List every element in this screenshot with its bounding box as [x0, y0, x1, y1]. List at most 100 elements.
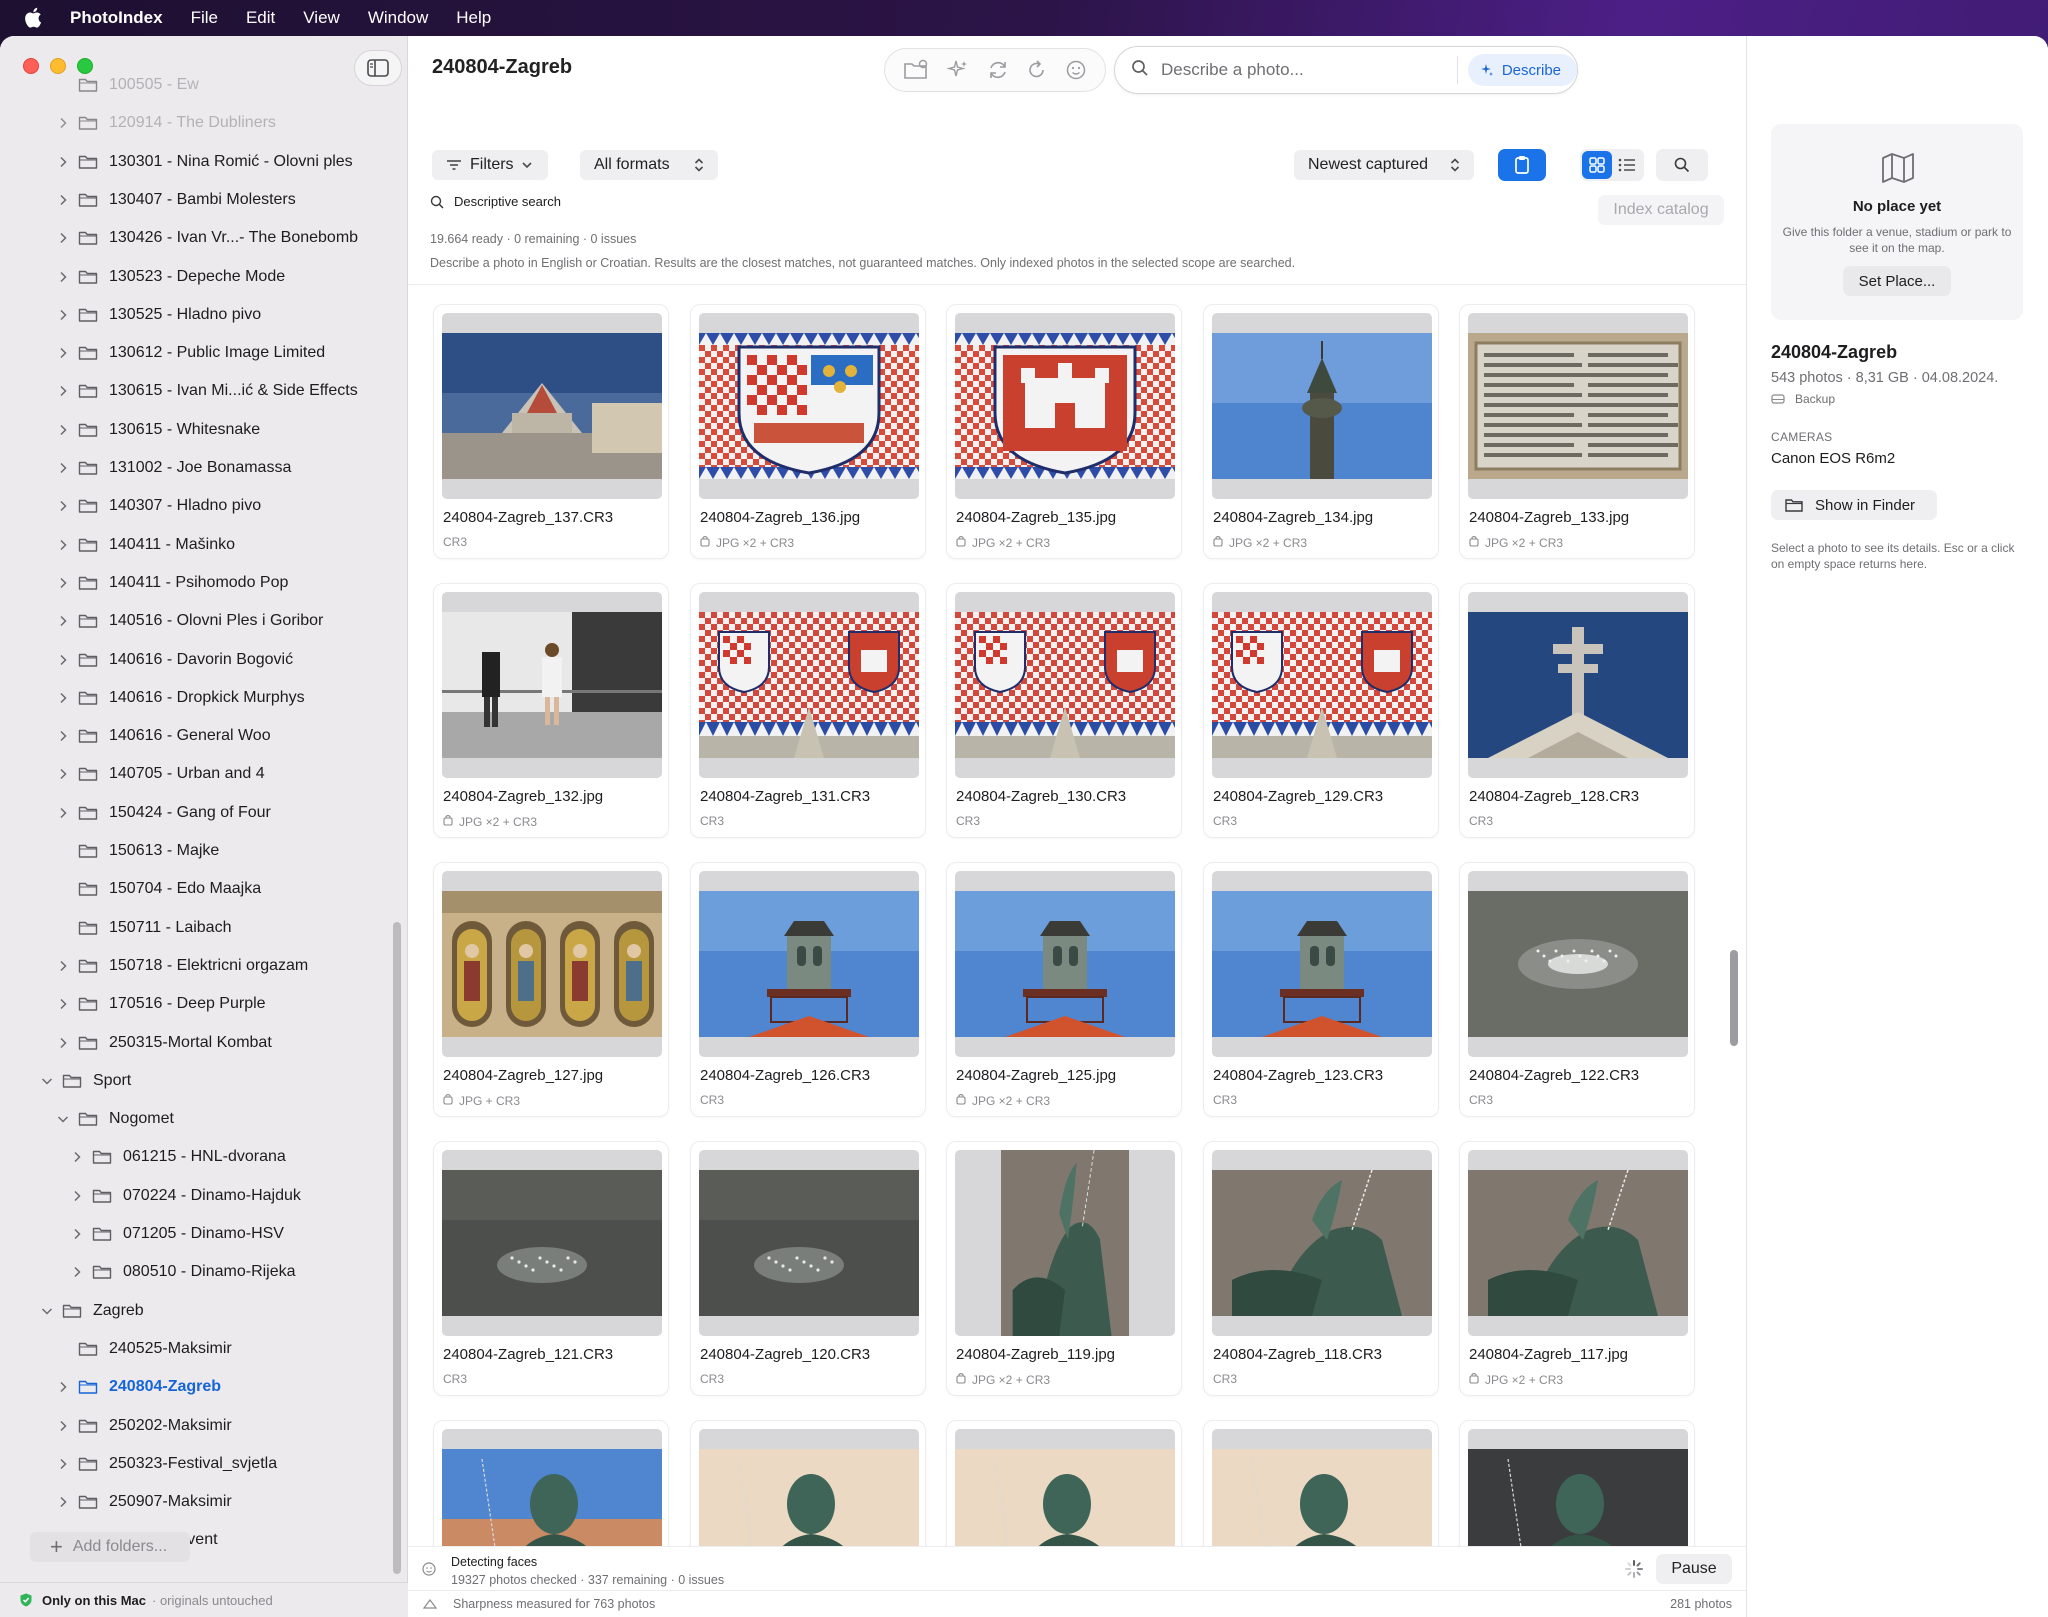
chevron-right-icon[interactable]	[56, 768, 70, 780]
folder-item[interactable]: 140705 - Urban and 4	[56, 755, 265, 793]
sparkles-icon[interactable]	[945, 58, 970, 82]
chevron-right-icon[interactable]	[56, 1420, 70, 1432]
photo-thumbnail[interactable]	[1212, 592, 1432, 778]
chevron-right-icon[interactable]	[56, 1496, 70, 1508]
folder-item[interactable]: 130525 - Hladno pivo	[56, 296, 261, 334]
menu-view[interactable]: View	[303, 8, 340, 28]
folder-item[interactable]: 140616 - Dropkick Murphys	[56, 679, 305, 717]
folder-item[interactable]: 150718 - Elektricni orgazam	[56, 947, 308, 985]
photo-thumbnail[interactable]	[699, 871, 919, 1057]
chevron-right-icon[interactable]	[56, 385, 70, 397]
chevron-right-icon[interactable]	[56, 807, 70, 819]
photo-card[interactable]: 240804-Zagreb_126.CR3 CR3	[690, 862, 926, 1117]
index-catalog-button[interactable]: Index catalog	[1598, 195, 1724, 225]
photo-card[interactable]: 240804-Zagreb_123.CR3 CR3	[1203, 862, 1439, 1117]
zoom-window-button[interactable]	[77, 58, 93, 74]
set-place-button[interactable]: Set Place...	[1843, 266, 1951, 296]
photo-thumbnail[interactable]	[955, 1150, 1175, 1336]
folder-item[interactable]: 140616 - Davorin Bogović	[56, 641, 293, 679]
grid-scrollbar-thumb[interactable]	[1730, 950, 1738, 1046]
photo-card[interactable]: 240804-Zagreb_130.CR3 CR3	[946, 583, 1182, 838]
menu-help[interactable]: Help	[456, 8, 491, 28]
photo-thumbnail[interactable]	[1468, 592, 1688, 778]
refresh-icon[interactable]	[1026, 59, 1048, 81]
folder-item[interactable]: 120914 - The Dubliners	[56, 104, 276, 142]
minimize-window-button[interactable]	[50, 58, 66, 74]
apple-menu-icon[interactable]	[24, 7, 44, 29]
folder-item[interactable]: 150613 - Majke	[56, 832, 219, 870]
photo-card[interactable]: 240804-Zagreb_127.jpg JPG + CR3	[433, 862, 669, 1117]
sync-icon[interactable]	[986, 58, 1010, 82]
add-folders-button[interactable]: + Add folders...	[30, 1532, 190, 1562]
folder-item[interactable]: 071205 - Dinamo-HSV	[70, 1215, 284, 1253]
filters-button[interactable]: Filters	[432, 150, 548, 180]
folder-item[interactable]: 140307 - Hladno pivo	[56, 487, 261, 525]
photo-thumbnail[interactable]	[699, 1429, 919, 1546]
sidebar-toggle-button[interactable]	[354, 50, 402, 86]
photo-card[interactable]	[1203, 1420, 1439, 1546]
photo-thumbnail[interactable]	[1468, 1150, 1688, 1336]
folder-item[interactable]: 140411 - Psihomodo Pop	[56, 564, 288, 602]
photo-thumbnail[interactable]	[955, 313, 1175, 499]
photo-thumbnail[interactable]	[442, 1150, 662, 1336]
photo-thumbnail[interactable]	[955, 871, 1175, 1057]
photo-card[interactable]: 240804-Zagreb_128.CR3 CR3	[1459, 583, 1695, 838]
formats-select[interactable]: All formats	[580, 150, 718, 180]
menu-file[interactable]: File	[191, 8, 218, 28]
photo-card[interactable]: 240804-Zagreb_117.jpg JPG ×2 + CR3	[1459, 1141, 1695, 1396]
photo-card[interactable]: 240804-Zagreb_122.CR3 CR3	[1459, 862, 1695, 1117]
photo-thumbnail[interactable]	[1212, 1150, 1432, 1336]
chevron-right-icon[interactable]	[70, 1151, 84, 1163]
photo-thumbnail[interactable]	[442, 592, 662, 778]
add-folder-icon[interactable]	[903, 59, 929, 81]
chevron-right-icon[interactable]	[56, 1381, 70, 1393]
photo-thumbnail[interactable]	[442, 313, 662, 499]
folder-item[interactable]: 140616 - General Woo	[56, 717, 271, 755]
photo-thumbnail[interactable]	[1212, 1429, 1432, 1546]
folder-item[interactable]: 131002 - Joe Bonamassa	[56, 449, 291, 487]
chevron-right-icon[interactable]	[56, 539, 70, 551]
photo-thumbnail[interactable]	[1468, 1429, 1688, 1546]
folder-item[interactable]: Sport	[40, 1062, 131, 1100]
chevron-right-icon[interactable]	[56, 692, 70, 704]
photo-card[interactable]: 240804-Zagreb_129.CR3 CR3	[1203, 583, 1439, 838]
chevron-right-icon[interactable]	[70, 1228, 84, 1240]
folder-item[interactable]: 130612 - Public Image Limited	[56, 334, 325, 372]
list-view-button[interactable]	[1612, 151, 1642, 179]
folder-item[interactable]: 240525-Maksimir	[56, 1330, 232, 1368]
menu-app-name[interactable]: PhotoIndex	[70, 8, 163, 28]
folder-item[interactable]: 150424 - Gang of Four	[56, 794, 271, 832]
folder-item[interactable]: 170516 - Deep Purple	[56, 985, 266, 1023]
photo-card[interactable]: 240804-Zagreb_121.CR3 CR3	[433, 1141, 669, 1396]
photo-thumbnail[interactable]	[1212, 871, 1432, 1057]
folder-item[interactable]: 250323-Festival_svjetla	[56, 1445, 277, 1483]
chevron-down-icon[interactable]	[40, 1307, 54, 1315]
chevron-right-icon[interactable]	[56, 424, 70, 436]
chevron-right-icon[interactable]	[56, 232, 70, 244]
descriptive-search-toggle[interactable]	[1656, 149, 1708, 181]
photo-card[interactable]	[433, 1420, 669, 1546]
photo-card[interactable]: 240804-Zagreb_118.CR3 CR3	[1203, 1141, 1439, 1396]
describe-search-input[interactable]	[1161, 60, 1457, 80]
photo-thumbnail[interactable]	[955, 1429, 1175, 1546]
grid-view-button[interactable]	[1582, 151, 1612, 179]
folder-item[interactable]: 140516 - Olovni Ples i Goribor	[56, 602, 323, 640]
chevron-right-icon[interactable]	[70, 1190, 84, 1202]
folder-item[interactable]: 240804-Zagreb	[56, 1368, 221, 1406]
sidebar-scrollbar[interactable]	[393, 922, 401, 1574]
chevron-right-icon[interactable]	[56, 347, 70, 359]
photo-card[interactable]: 240804-Zagreb_120.CR3 CR3	[690, 1141, 926, 1396]
chevron-right-icon[interactable]	[56, 462, 70, 474]
chevron-right-icon[interactable]	[56, 960, 70, 972]
photo-card[interactable]	[690, 1420, 926, 1546]
photo-card[interactable]: 240804-Zagreb_137.CR3 CR3	[433, 304, 669, 559]
photo-card[interactable]: 240804-Zagreb_131.CR3 CR3	[690, 583, 926, 838]
photo-card[interactable]: 240804-Zagreb_132.jpg JPG ×2 + CR3	[433, 583, 669, 838]
grid-scrollbar[interactable]	[1728, 292, 1740, 1546]
chevron-down-icon[interactable]	[56, 1115, 70, 1123]
select-clipboard-button[interactable]	[1498, 149, 1546, 181]
folder-item[interactable]: 150711 - Laibach	[56, 909, 231, 947]
photo-thumbnail[interactable]	[442, 1429, 662, 1546]
folder-item[interactable]: 250202-Maksimir	[56, 1407, 232, 1445]
folder-item[interactable]: 150704 - Edo Maajka	[56, 870, 261, 908]
